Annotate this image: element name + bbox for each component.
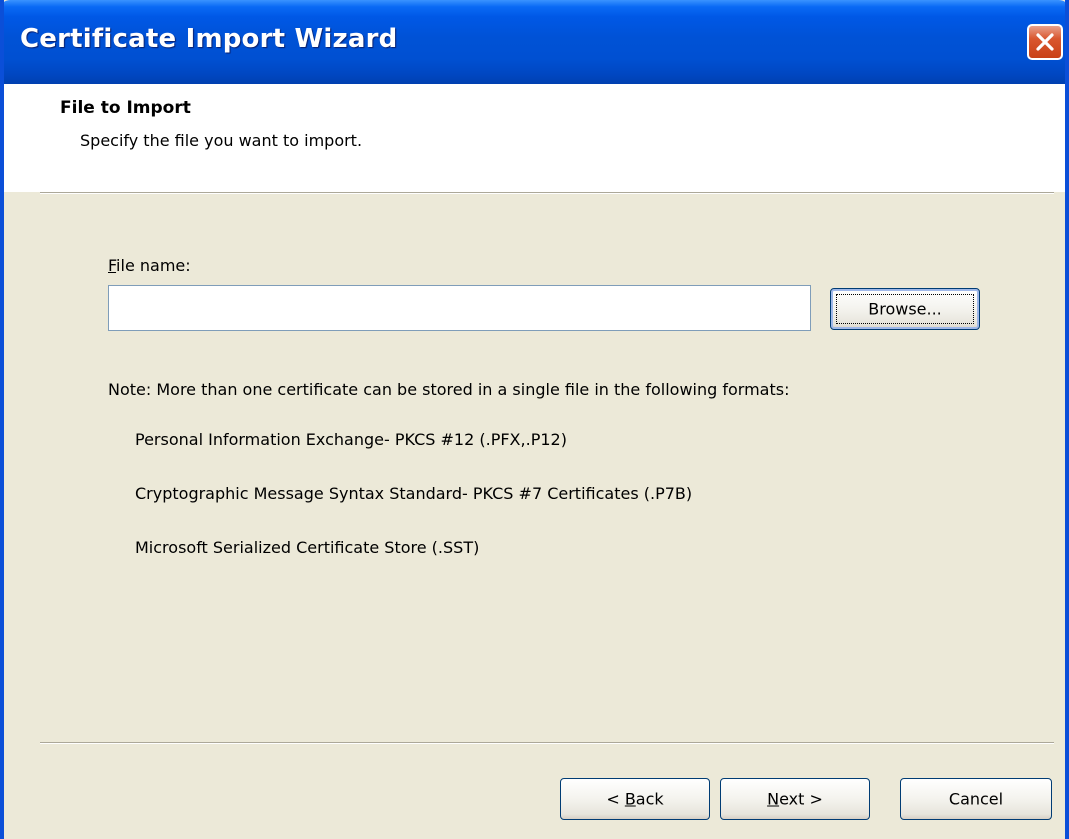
page-title: File to Import	[60, 98, 191, 118]
cancel-button-label: Cancel	[948, 789, 1004, 809]
close-icon	[1036, 33, 1054, 51]
back-button[interactable]: < Back	[560, 778, 710, 820]
format-p7b: Cryptographic Message Syntax Standard- P…	[135, 484, 693, 503]
back-button-text: ack	[635, 789, 664, 809]
cancel-button[interactable]: Cancel	[900, 778, 1052, 820]
file-name-label-mnemonic: F	[108, 256, 117, 275]
format-sst: Microsoft Serialized Certificate Store (…	[135, 538, 480, 557]
next-button-text: ext >	[779, 789, 823, 809]
page-subtitle: Specify the file you want to import.	[80, 131, 363, 150]
file-name-input[interactable]	[108, 285, 811, 331]
next-button-mnemonic: N	[767, 789, 780, 809]
back-button-prefix: <	[606, 789, 625, 809]
back-button-mnemonic: B	[624, 789, 636, 809]
close-button[interactable]	[1027, 24, 1063, 60]
title-bar[interactable]: Certificate Import Wizard	[4, 0, 1065, 84]
header-divider	[40, 192, 1054, 194]
file-name-label: File name:	[108, 256, 191, 275]
back-button-label: < Back	[561, 790, 709, 809]
wizard-header-panel: File to Import Specify the file you want…	[4, 84, 1065, 192]
browse-button[interactable]: Browse...	[830, 288, 980, 330]
next-button-label: Next >	[721, 790, 869, 809]
format-pfx: Personal Information Exchange- PKCS #12 …	[135, 430, 567, 449]
browse-button-label: Browse...	[868, 299, 942, 319]
certificate-import-wizard-window: Certificate Import Wizard File to Import…	[0, 0, 1069, 839]
window-title: Certificate Import Wizard	[20, 24, 398, 54]
footer-divider	[40, 742, 1054, 744]
next-button[interactable]: Next >	[720, 778, 870, 820]
formats-note: Note: More than one certificate can be s…	[108, 380, 790, 399]
file-name-label-text: ile name:	[116, 256, 191, 275]
